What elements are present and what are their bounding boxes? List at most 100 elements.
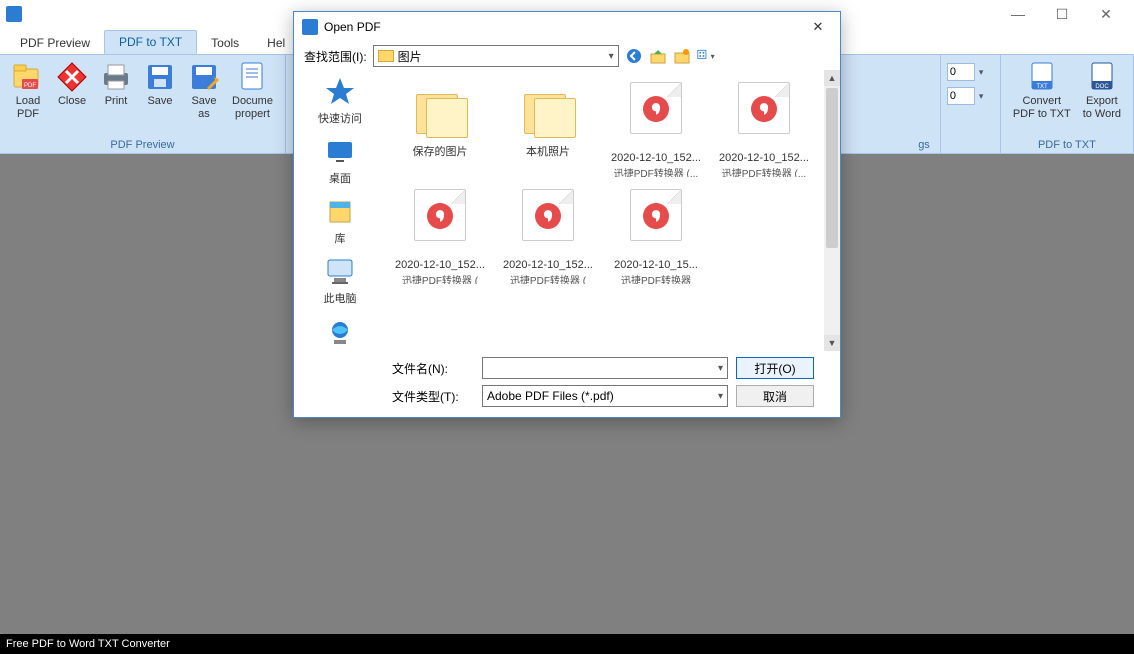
filetype-combo[interactable]: Adobe PDF Files (*.pdf) ▾: [482, 385, 728, 407]
saveas-label: Save as: [191, 95, 216, 120]
pdf-file-item[interactable]: PDF2020-12-10_152...迅捷PDF转换器 (...: [606, 78, 706, 181]
maximize-button[interactable]: ☐: [1040, 0, 1084, 28]
back-icon[interactable]: [625, 47, 643, 65]
new-folder-icon[interactable]: [673, 47, 691, 65]
dialog-titlebar: Open PDF ✕: [294, 12, 840, 42]
tab-pdf-preview[interactable]: PDF Preview: [6, 32, 104, 54]
minimize-button[interactable]: —: [996, 0, 1040, 28]
filetype-label: 文件类型(T):: [392, 388, 474, 405]
word-icon: DOC: [1086, 61, 1118, 93]
txt-icon: TXT: [1026, 61, 1058, 93]
print-button[interactable]: Print: [94, 59, 138, 110]
svg-text:TXT: TXT: [1036, 84, 1048, 90]
chevron-down-icon: ▾: [609, 51, 614, 62]
file-name: 2020-12-10_152...: [395, 259, 485, 272]
place-libraries[interactable]: 库: [324, 196, 356, 246]
printer-icon: [100, 61, 132, 93]
scrollbar-vertical[interactable]: ▲ ▼: [824, 70, 840, 351]
dropdown-arrow-icon[interactable]: ▾: [979, 67, 984, 78]
num-input-b[interactable]: [947, 87, 975, 105]
convert-label: Convert PDF to TXT: [1013, 95, 1071, 120]
load-pdf-button[interactable]: PDF Load PDF: [6, 59, 50, 122]
filename-input[interactable]: ▾: [482, 357, 728, 379]
view-menu-icon[interactable]: ▾: [697, 47, 715, 65]
num-input-a[interactable]: [947, 63, 975, 81]
file-subtitle: 迅捷PDF转换器 (...: [614, 165, 698, 177]
dialog-body: 快速访问 桌面 库 此电脑 网络 保存的图片本机照片PDF2020-12-10_…: [294, 70, 840, 351]
lookin-combo[interactable]: 图片 ▾: [373, 45, 619, 67]
nav-icons: ▾: [625, 47, 715, 65]
place-this-pc[interactable]: 此电脑: [324, 256, 357, 306]
chevron-down-icon: ▾: [718, 391, 723, 402]
pdf-file-item[interactable]: PDF2020-12-10_152...迅捷PDF转换器 (: [498, 185, 598, 288]
group-preview-label: PDF Preview: [6, 137, 279, 151]
pdf-file-item[interactable]: PDF2020-12-10_152...迅捷PDF转换器 (...: [714, 78, 814, 181]
pdf-file-item[interactable]: PDF2020-12-10_152...迅捷PDF转换器 (: [390, 185, 490, 288]
file-list-pane: 保存的图片本机照片PDF2020-12-10_152...迅捷PDF转换器 (.…: [386, 70, 840, 351]
pdf-icon: PDF: [516, 189, 580, 259]
status-text: Free PDF to Word TXT Converter: [6, 638, 170, 650]
file-name: 2020-12-10_15...: [614, 259, 698, 272]
folder-item[interactable]: 本机照片: [498, 78, 598, 181]
file-name: 2020-12-10_152...: [611, 152, 701, 165]
pdf-icon: PDF: [408, 189, 472, 259]
file-subtitle: 迅捷PDF转换器 (: [402, 272, 478, 284]
place-quick-access[interactable]: 快速访问: [318, 76, 362, 126]
file-subtitle: 迅捷PDF转换器: [621, 272, 691, 284]
close-pdf-button[interactable]: Close: [50, 59, 94, 110]
tab-tools[interactable]: Tools: [197, 32, 253, 54]
place-label: 库: [335, 230, 346, 246]
place-desktop[interactable]: 桌面: [324, 136, 356, 186]
cancel-button[interactable]: 取消: [736, 385, 814, 407]
scroll-thumb[interactable]: [826, 88, 838, 248]
app-icon: [6, 6, 22, 22]
file-name: 2020-12-10_152...: [719, 152, 809, 165]
folder-item[interactable]: 保存的图片: [390, 78, 490, 181]
close-button[interactable]: ✕: [1084, 0, 1128, 28]
ribbon-group-txt: TXT Convert PDF to TXT DOC Export to Wor…: [1001, 55, 1134, 153]
lookin-value: 图片: [398, 48, 422, 65]
folder-icon: [408, 82, 472, 146]
filename-label: 文件名(N):: [392, 360, 474, 377]
desktop-icon: [324, 136, 356, 168]
dropdown-arrow-icon[interactable]: ▾: [979, 91, 984, 102]
window-controls: — ☐ ✕: [996, 0, 1128, 28]
pdf-icon: PDF: [732, 82, 796, 152]
file-name: 保存的图片: [413, 146, 468, 159]
pdf-icon: PDF: [624, 82, 688, 152]
svg-text:DOC: DOC: [1095, 84, 1109, 90]
save-as-icon: [188, 61, 220, 93]
libraries-icon: [324, 196, 356, 228]
scroll-up-icon[interactable]: ▲: [824, 70, 840, 86]
convert-to-txt-button[interactable]: TXT Convert PDF to TXT: [1007, 59, 1077, 122]
print-label: Print: [105, 95, 128, 108]
save-as-button[interactable]: Save as: [182, 59, 226, 122]
folder-icon: [516, 82, 580, 146]
place-network[interactable]: 网络: [324, 316, 356, 351]
export-to-word-button[interactable]: DOC Export to Word: [1077, 59, 1127, 122]
save-button[interactable]: Save: [138, 59, 182, 110]
up-one-level-icon[interactable]: [649, 47, 667, 65]
ribbon-group-numbers: ▾ ▾: [941, 55, 1001, 153]
export-label: Export to Word: [1083, 95, 1121, 120]
pdf-file-item[interactable]: PDF2020-12-10_15...迅捷PDF转换器: [606, 185, 706, 288]
dialog-close-button[interactable]: ✕: [804, 16, 832, 38]
chevron-down-icon: ▾: [718, 363, 723, 374]
document-properties-button[interactable]: Docume propert: [226, 59, 279, 122]
folder-pdf-icon: PDF: [12, 61, 44, 93]
scroll-down-icon[interactable]: ▼: [824, 335, 840, 351]
save-icon: [144, 61, 176, 93]
place-label: 桌面: [329, 170, 351, 186]
filetype-value: Adobe PDF Files (*.pdf): [487, 389, 614, 403]
status-bar: Free PDF to Word TXT Converter: [0, 634, 1134, 654]
open-button[interactable]: 打开(O): [736, 357, 814, 379]
svg-text:PDF: PDF: [24, 83, 36, 89]
pdf-icon: PDF: [624, 189, 688, 259]
close-label: Close: [58, 95, 86, 108]
dialog-bottom: 文件名(N): ▾ 打开(O) 文件类型(T): Adobe PDF Files…: [294, 351, 840, 417]
dialog-app-icon: [302, 19, 318, 35]
close-doc-icon: [56, 61, 88, 93]
tab-pdf-to-txt[interactable]: PDF to TXT: [104, 30, 197, 54]
ribbon-group-preview: PDF Load PDF Close Print Save Save: [0, 55, 286, 153]
file-grid: 保存的图片本机照片PDF2020-12-10_152...迅捷PDF转换器 (.…: [386, 70, 840, 296]
